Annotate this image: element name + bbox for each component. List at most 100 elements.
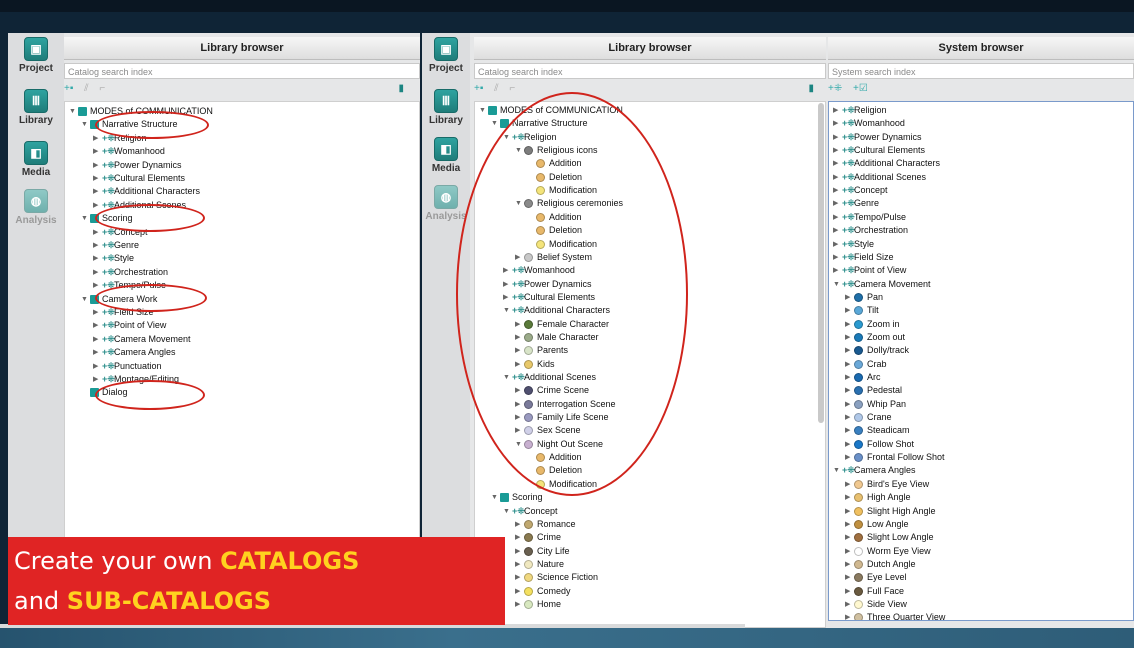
tree-row[interactable]: ▶ Bird's Eye View [845, 478, 929, 491]
collapsed-triangle-icon[interactable]: ▶ [515, 545, 524, 558]
system-search-input[interactable]: System search index [828, 63, 1134, 79]
add-catalog-icon[interactable]: +▪ [64, 83, 73, 94]
catalog-search-input[interactable]: Catalog search index [64, 63, 420, 79]
expanded-triangle-icon[interactable]: ▼ [81, 118, 90, 131]
collapsed-triangle-icon[interactable]: ▶ [93, 239, 102, 252]
collapsed-triangle-icon[interactable]: ▶ [93, 252, 102, 265]
collapsed-triangle-icon[interactable]: ▶ [93, 199, 102, 212]
collapsed-triangle-icon[interactable]: ▶ [833, 131, 842, 144]
collapsed-triangle-icon[interactable]: ▶ [515, 571, 524, 584]
tree-row[interactable]: ▶ +⁜ Point of View [833, 264, 906, 277]
tree-row[interactable]: ▶ Eye Level [845, 571, 907, 584]
collapsed-triangle-icon[interactable]: ▶ [93, 306, 102, 319]
add-checkbox-icon[interactable]: +☑ [853, 83, 868, 94]
collapsed-triangle-icon[interactable]: ▶ [845, 291, 854, 304]
add-category-icon[interactable]: +⁜ [828, 83, 842, 94]
tree-row[interactable]: ▶ Zoom in [845, 318, 900, 331]
collapsed-triangle-icon[interactable]: ▶ [845, 585, 854, 598]
collapsed-triangle-icon[interactable]: ▶ [845, 451, 854, 464]
collapsed-triangle-icon[interactable]: ▶ [845, 411, 854, 424]
tree-row[interactable]: ▶ Follow Shot [845, 438, 914, 451]
collapsed-triangle-icon[interactable]: ▶ [845, 331, 854, 344]
tree-row[interactable]: ▶ +⁜ Womanhood [93, 145, 165, 158]
collapsed-triangle-icon[interactable]: ▶ [515, 558, 524, 571]
collapsed-triangle-icon[interactable]: ▶ [845, 398, 854, 411]
tree-row[interactable]: ▶ Whip Pan [845, 398, 906, 411]
tree-row[interactable]: ▶ Crane [845, 411, 892, 424]
tree-row[interactable]: ▶ Science Fiction [515, 571, 598, 584]
tree-row[interactable]: ▼ +⁜ Camera Angles [833, 464, 916, 477]
tree-row[interactable]: ▶ Worm Eye View [845, 545, 931, 558]
tree-row[interactable]: ▶ City Life [515, 545, 570, 558]
sidebar-library[interactable]: Ⅲ Library [422, 89, 470, 126]
trash-icon[interactable]: ▮ [808, 83, 814, 94]
collapsed-triangle-icon[interactable]: ▶ [93, 333, 102, 346]
add-subcatalog-icon[interactable]: ⫽ [494, 83, 498, 94]
expanded-triangle-icon[interactable]: ▼ [491, 491, 500, 504]
collapsed-triangle-icon[interactable]: ▶ [833, 224, 842, 237]
collapsed-triangle-icon[interactable]: ▶ [845, 304, 854, 317]
collapsed-triangle-icon[interactable]: ▶ [93, 172, 102, 185]
collapsed-triangle-icon[interactable]: ▶ [93, 346, 102, 359]
collapsed-triangle-icon[interactable]: ▶ [515, 531, 524, 544]
tree-row[interactable]: ▶ Slight Low Angle [845, 531, 934, 544]
sidebar-media[interactable]: ◧ Media [8, 141, 64, 178]
collapsed-triangle-icon[interactable]: ▶ [845, 518, 854, 531]
tree-row[interactable]: ▶ Crab [845, 358, 887, 371]
tree-row[interactable]: ▶ Tilt [845, 304, 879, 317]
tree-row[interactable]: ▶ +⁜ Power Dynamics [833, 131, 922, 144]
collapsed-triangle-icon[interactable]: ▶ [833, 211, 842, 224]
tree-row[interactable]: ▶ Three Quarter View [845, 611, 945, 620]
collapsed-triangle-icon[interactable]: ▶ [845, 371, 854, 384]
expanded-triangle-icon[interactable]: ▼ [479, 104, 488, 117]
sidebar-library[interactable]: Ⅲ Library [8, 89, 64, 126]
tree-row[interactable]: ▶ Slight High Angle [845, 505, 936, 518]
expanded-triangle-icon[interactable]: ▼ [833, 464, 842, 477]
tree-row[interactable]: ▶ Steadicam [845, 424, 910, 437]
tree-row[interactable]: ▶ Arc [845, 371, 881, 384]
expanded-triangle-icon[interactable]: ▼ [491, 117, 500, 130]
tree-row[interactable]: ▶ +⁜ Camera Angles [93, 346, 176, 359]
collapsed-triangle-icon[interactable]: ▶ [845, 491, 854, 504]
collapsed-triangle-icon[interactable]: ▶ [833, 171, 842, 184]
tree-row[interactable]: ▶ +⁜ Tempo/Pulse [833, 211, 906, 224]
tree-row[interactable]: ▼ +⁜ Concept [503, 505, 558, 518]
tree-row[interactable]: ▶ +⁜ Genre [93, 239, 139, 252]
collapsed-triangle-icon[interactable]: ▶ [833, 184, 842, 197]
tree-row[interactable]: ▶ Comedy [515, 585, 571, 598]
collapsed-triangle-icon[interactable]: ▶ [515, 585, 524, 598]
collapsed-triangle-icon[interactable]: ▶ [833, 197, 842, 210]
tree-row[interactable]: ▶ +⁜ Religion [833, 104, 887, 117]
expanded-triangle-icon[interactable]: ▼ [69, 105, 78, 118]
tree-row[interactable]: ▶ +⁜ Additional Characters [833, 157, 940, 170]
copy-icon[interactable]: ⌐ [99, 83, 105, 94]
collapsed-triangle-icon[interactable]: ▶ [845, 571, 854, 584]
collapsed-triangle-icon[interactable]: ▶ [845, 438, 854, 451]
collapsed-triangle-icon[interactable]: ▶ [833, 238, 842, 251]
tree-row[interactable]: ▶ +⁜ Point of View [93, 319, 166, 332]
collapsed-triangle-icon[interactable]: ▶ [833, 104, 842, 117]
tree-row[interactable]: ▶ +⁜ Camera Movement [93, 333, 191, 346]
expanded-triangle-icon[interactable]: ▼ [81, 212, 90, 225]
collapsed-triangle-icon[interactable]: ▶ [515, 518, 524, 531]
collapsed-triangle-icon[interactable]: ▶ [845, 611, 854, 620]
tree-row[interactable]: ▶ +⁜ Womanhood [833, 117, 905, 130]
tree-row[interactable]: ▶ +⁜ Orchestration [93, 266, 168, 279]
tree-row[interactable]: ▶ High Angle [845, 491, 911, 504]
tree-row[interactable]: ▶ Dutch Angle [845, 558, 916, 571]
collapsed-triangle-icon[interactable]: ▶ [833, 117, 842, 130]
tree-row[interactable]: ▶ Romance [515, 518, 576, 531]
collapsed-triangle-icon[interactable]: ▶ [845, 505, 854, 518]
collapsed-triangle-icon[interactable]: ▶ [93, 159, 102, 172]
collapsed-triangle-icon[interactable]: ▶ [93, 373, 102, 386]
tree-row[interactable]: ▶ +⁜ Field Size [833, 251, 894, 264]
expanded-triangle-icon[interactable]: ▼ [503, 505, 512, 518]
tree-row[interactable]: ▶ Side View [845, 598, 907, 611]
tree-row[interactable]: ▶ Pedestal [845, 384, 902, 397]
collapsed-triangle-icon[interactable]: ▶ [845, 344, 854, 357]
sidebar-analysis[interactable]: ◍ Analysis [8, 189, 64, 226]
tree-row[interactable]: ▶ +⁜ Genre [833, 197, 879, 210]
collapsed-triangle-icon[interactable]: ▶ [833, 251, 842, 264]
tree-row[interactable]: ▶ Nature [515, 558, 564, 571]
sidebar-analysis[interactable]: ◍ Analysis [422, 185, 470, 222]
